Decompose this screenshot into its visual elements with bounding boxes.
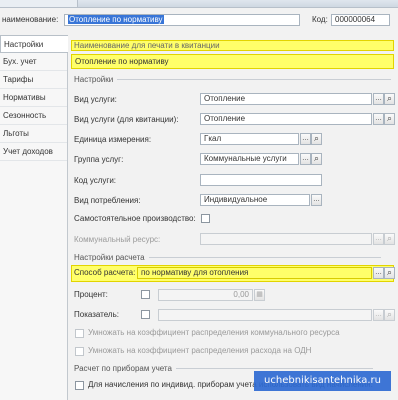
sidebar-item-norms[interactable]: Нормативы — [0, 89, 67, 107]
multiply-odn-checkbox[interactable] — [75, 347, 84, 356]
search-icon[interactable]: ⌕ — [384, 309, 395, 321]
service-code-label: Код услуги: — [74, 176, 117, 185]
search-icon[interactable]: ⌕ — [384, 267, 395, 279]
ellipsis-icon[interactable]: … — [311, 194, 322, 206]
sidebar-item-tariffs[interactable]: Тарифы — [0, 71, 67, 89]
calc-section-title: Настройки расчета — [74, 253, 381, 263]
percent-checkbox[interactable] — [141, 290, 150, 299]
sidebar-item-income[interactable]: Учет доходов — [0, 143, 67, 161]
calc-method-label: Способ расчета: — [74, 268, 136, 277]
unit-label: Единица измерения: — [74, 135, 152, 144]
percent-input[interactable]: 0,00 — [158, 289, 253, 301]
multiply-odn-label: Умножать на коэффициент распределения ра… — [88, 346, 312, 355]
indicator-label: Показатель: — [74, 310, 119, 319]
sidebar-item-benefits[interactable]: Льготы — [0, 125, 67, 143]
group-input[interactable]: Коммунальные услуги — [200, 153, 299, 165]
service-type-receipt-label: Вид услуги (для квитанции): — [74, 115, 179, 124]
search-icon[interactable]: ⌕ — [384, 233, 395, 245]
service-type-label: Вид услуги: — [74, 95, 117, 104]
sidebar: Настройки Бух. учет Тарифы Нормативы Сез… — [0, 35, 68, 400]
indicator-checkbox[interactable] — [141, 310, 150, 319]
consumption-label: Вид потребления: — [74, 196, 141, 205]
window-tab-strip — [0, 0, 398, 8]
search-icon[interactable]: ⌕ — [384, 113, 395, 125]
search-icon[interactable]: ⌕ — [384, 93, 395, 105]
ellipsis-icon[interactable]: … — [300, 133, 311, 145]
print-name-input[interactable]: Отопление по нормативу — [71, 54, 394, 69]
ellipsis-icon[interactable]: … — [373, 267, 384, 279]
self-production-label: Самостоятельное производство: — [74, 214, 196, 223]
calc-method-input[interactable]: по нормативу для отопления — [137, 267, 372, 279]
search-icon[interactable]: ⌕ — [311, 153, 322, 165]
self-production-checkbox[interactable] — [201, 214, 210, 223]
service-type-receipt-input[interactable]: Отопление — [200, 113, 372, 125]
multiply-communal-label: Умножать на коэффициент распределения ко… — [88, 328, 340, 337]
code-label: Код: — [312, 15, 328, 24]
name-label: наименование: — [2, 15, 59, 24]
sidebar-item-seasonality[interactable]: Сезонность — [0, 107, 67, 125]
ellipsis-icon[interactable]: … — [300, 153, 311, 165]
multiply-communal-checkbox[interactable] — [75, 329, 84, 338]
sidebar-item-settings[interactable]: Настройки — [0, 35, 68, 53]
search-icon[interactable]: ⌕ — [311, 133, 322, 145]
name-input[interactable]: Отопление по нормативу — [64, 14, 300, 26]
window-tab[interactable] — [0, 0, 78, 7]
print-section-title: Наименование для печати в квитанции — [74, 41, 220, 50]
ellipsis-icon[interactable]: … — [373, 93, 384, 105]
unit-input[interactable]: Гкал — [200, 133, 299, 145]
ellipsis-icon[interactable]: … — [373, 233, 384, 245]
name-value: Отопление по нормативу — [68, 15, 164, 24]
sidebar-item-accounting[interactable]: Бух. учет — [0, 53, 67, 71]
group-label: Группа услуг: — [74, 155, 124, 164]
service-code-input[interactable] — [200, 174, 322, 186]
service-type-input[interactable]: Отопление — [200, 93, 372, 105]
ellipsis-icon[interactable]: … — [373, 113, 384, 125]
individual-meters-checkbox[interactable] — [75, 381, 84, 390]
watermark-logo: uchebnikisantehnika.ru — [254, 371, 391, 391]
communal-resource-label: Коммунальный ресурс: — [74, 235, 161, 244]
code-input[interactable]: 000000064 — [331, 14, 390, 26]
settings-section-title: Настройки — [74, 75, 392, 85]
consumption-input[interactable]: Индивидуальное — [200, 194, 310, 206]
percent-label: Процент: — [74, 290, 108, 299]
calculator-icon[interactable]: ▦ — [254, 289, 265, 301]
communal-resource-input[interactable] — [200, 233, 372, 245]
ellipsis-icon[interactable]: … — [373, 309, 384, 321]
indicator-input[interactable] — [158, 309, 372, 321]
